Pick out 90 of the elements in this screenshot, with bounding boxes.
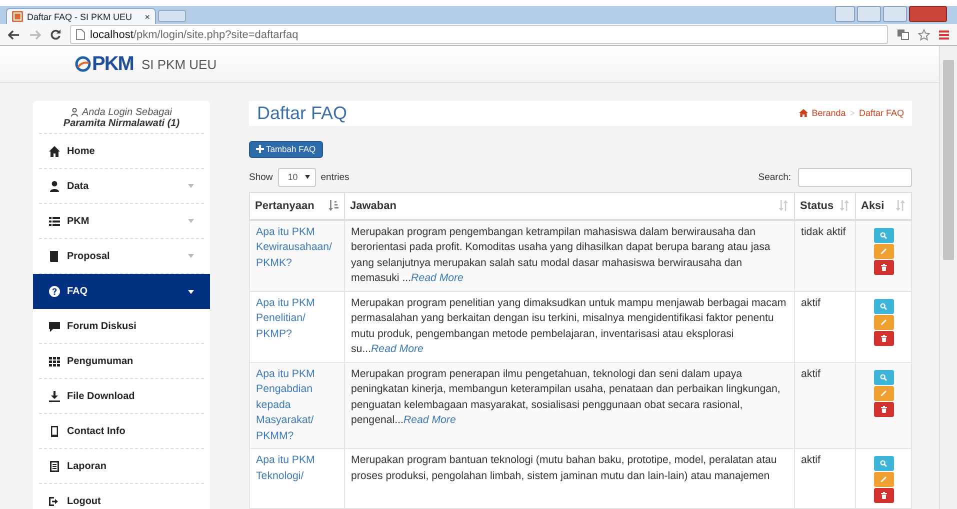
report-icon	[49, 460, 60, 472]
back-icon[interactable]	[8, 30, 20, 40]
pencil-icon	[880, 318, 887, 326]
breadcrumb-link[interactable]: Beranda	[812, 108, 846, 118]
view-button[interactable]	[874, 456, 894, 471]
pencil-icon	[880, 476, 887, 483]
edit-button[interactable]	[874, 244, 894, 258]
answer-text: Merupakan program penelitian yang dimaksudkan untuk mampu menjawab berbagai macam permasalahan yang berkaitan dengan isu terkini, misalnya mengidentifikasi faktor penentu mutu produk, pengembangan metode pembelajaran, inventarisasi atau eksplorasi su...Read More	[351, 296, 788, 357]
question-icon	[49, 286, 60, 297]
pencil-icon	[880, 390, 887, 396]
sidebar-item[interactable]: Home	[39, 134, 204, 169]
search-icon	[880, 374, 887, 380]
page-favicon-icon	[12, 11, 23, 22]
scrollbar-thumb[interactable]	[943, 60, 954, 260]
sidebar-item[interactable]: Data	[39, 169, 204, 204]
trash-icon	[880, 406, 886, 412]
pkm-logo[interactable]: PKM	[75, 52, 134, 76]
entries-label: entries	[320, 172, 350, 182]
search-label: Search:	[758, 172, 791, 182]
page-icon	[76, 29, 85, 40]
sidebar-item[interactable]: Forum Diskusi	[39, 309, 204, 344]
search-icon	[880, 232, 887, 238]
new-tab-button[interactable]	[158, 10, 186, 22]
edit-button[interactable]	[874, 314, 894, 330]
search-field[interactable]	[798, 168, 912, 186]
maximize-button[interactable]	[883, 6, 907, 22]
breadcrumb-current: Daftar FAQ	[858, 108, 904, 118]
status-text: aktif	[801, 368, 820, 380]
delete-button[interactable]	[874, 330, 894, 346]
search-icon	[880, 302, 887, 310]
page-size-select[interactable]: 10	[278, 168, 316, 186]
login-label: Anda Login Sebagai	[82, 107, 172, 118]
list-icon	[49, 216, 60, 226]
sidebar-item[interactable]: Logout	[39, 484, 204, 509]
delete-button[interactable]	[874, 402, 894, 416]
status-text: tidak aktif	[801, 226, 846, 238]
delete-button[interactable]	[874, 488, 894, 503]
star-icon[interactable]	[918, 28, 930, 40]
trash-icon	[880, 264, 886, 270]
read-more-link[interactable]: Read More	[371, 343, 424, 355]
add-faq-button[interactable]: Tambah FAQ	[249, 140, 323, 158]
sidebar-item[interactable]: File Download	[39, 379, 204, 414]
status-text: aktif	[801, 296, 820, 308]
browser-tab[interactable]: Daftar FAQ - SI PKM UEU ×	[6, 8, 156, 24]
forward-icon[interactable]	[29, 30, 41, 40]
pencil-icon	[880, 248, 887, 254]
comment-icon	[49, 320, 60, 332]
edit-button[interactable]	[874, 386, 894, 400]
sidebar-item[interactable]: Laporan	[39, 449, 204, 484]
download-icon	[49, 390, 60, 402]
read-more-link[interactable]: Read More	[403, 414, 456, 426]
view-button[interactable]	[874, 370, 894, 384]
sidebar-item[interactable]: Contact Info	[39, 414, 204, 449]
view-button[interactable]	[874, 298, 894, 314]
home-icon	[49, 146, 60, 156]
sidebar-item[interactable]: Pengumuman	[39, 344, 204, 379]
answer-text: Merupakan program bantuan teknologi (mutu bahan baku, prototipe, model, peralatan atau proses produksi, pengolahan limbah, sistem jaminan mutu dan lain-lain) atau manajemen	[351, 453, 778, 484]
logout-icon	[49, 496, 60, 506]
search-icon	[880, 460, 887, 467]
window-close-button[interactable]	[909, 6, 947, 22]
tab-close-button[interactable]: ×	[144, 12, 150, 22]
phone-icon	[49, 426, 60, 436]
menu-icon[interactable]	[939, 30, 949, 40]
plus-icon	[256, 145, 264, 154]
edit-button[interactable]	[874, 472, 894, 487]
sidebar-item[interactable]: FAQ	[33, 274, 210, 309]
minimize-button[interactable]	[857, 6, 881, 22]
sidebar-item[interactable]: PKM	[39, 204, 204, 239]
view-button[interactable]	[874, 228, 894, 242]
read-more-link[interactable]: Read More	[411, 272, 464, 284]
breadcrumb-separator: >	[850, 108, 855, 118]
tab-title: Daftar FAQ - SI PKM UEU	[27, 12, 134, 22]
page-title: Daftar FAQ	[257, 102, 348, 124]
translate-icon[interactable]	[897, 29, 909, 40]
site-brand[interactable]: SI PKM UEU	[141, 56, 217, 72]
answer-text: Merupakan program pengembangan ketrampilan mahasiswa dalam berwirausaha dan berorientasi pada profit. Komoditas usaha yang dihasilkan dapat berupa barang atau jasa yang selanjutnya merupakan salah satu modal dasar mahasiswa berwirausaha dan memasuki ...Read More	[351, 224, 772, 286]
show-label: Show	[249, 172, 273, 182]
url-field[interactable]: localhost/pkm/login/site.php?site=daftarfaq	[70, 25, 888, 44]
trash-icon	[880, 492, 886, 499]
delete-button[interactable]	[874, 260, 894, 274]
answer-text: Merupakan program penerapan ilmu pengetahuan, teknologi dan seni dalam upaya peningkatan kinerja, membangun keterampilan usaha, penataan dan perbaikan lingkungan, penguatan kelembagaan masyarakat, sosialisasi penggunaan obat secara rasional, pengenal...Read More	[351, 366, 782, 428]
trash-icon	[880, 334, 886, 342]
reload-icon[interactable]	[50, 29, 61, 40]
status-text: aktif	[801, 454, 820, 466]
url-text: localhost/pkm/login/site.php?site=daftarfaq	[90, 28, 298, 40]
grid-icon	[49, 356, 60, 366]
user-name: Paramita Nirmalawati (1)	[63, 118, 180, 129]
home-icon	[798, 109, 808, 118]
book-icon	[49, 250, 60, 262]
caret-icon	[304, 175, 310, 179]
